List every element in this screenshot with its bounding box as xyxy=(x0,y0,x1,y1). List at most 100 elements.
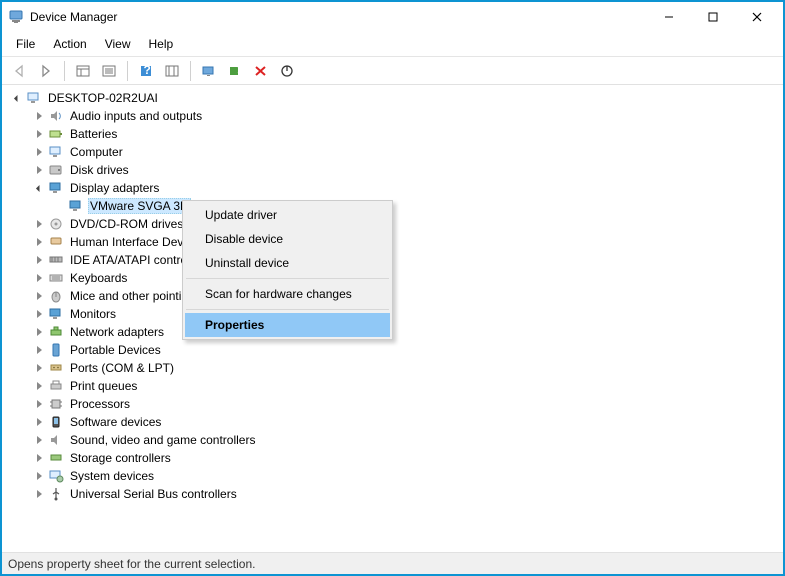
minimize-button[interactable] xyxy=(647,2,691,32)
maximize-button[interactable] xyxy=(691,2,735,32)
status-bar: Opens property sheet for the current sel… xyxy=(2,552,783,574)
computer-icon xyxy=(26,90,42,106)
toolbar: ? xyxy=(2,57,783,85)
tree-category-label: Keyboards xyxy=(68,270,129,286)
forward-button[interactable] xyxy=(34,60,58,82)
menu-help[interactable]: Help xyxy=(141,34,182,54)
chevron-right-icon[interactable] xyxy=(32,451,46,465)
toolbar-separator xyxy=(190,61,191,81)
tree-category[interactable]: Processors xyxy=(10,395,775,413)
close-button[interactable] xyxy=(735,2,779,32)
menu-file[interactable]: File xyxy=(8,34,43,54)
tree-category[interactable]: Audio inputs and outputs xyxy=(10,107,775,125)
tree-category[interactable]: System devices xyxy=(10,467,775,485)
tree-category[interactable]: Sound, video and game controllers xyxy=(10,431,775,449)
chevron-right-icon[interactable] xyxy=(32,253,46,267)
hid-icon xyxy=(48,234,64,250)
tree-category-label: Monitors xyxy=(68,306,118,322)
chevron-right-icon[interactable] xyxy=(32,487,46,501)
devmgr-icon xyxy=(8,9,24,25)
window-title: Device Manager xyxy=(30,10,647,24)
chevron-right-icon[interactable] xyxy=(32,469,46,483)
device-tree[interactable]: DESKTOP-02R2UAI Audio inputs and outputs… xyxy=(2,85,783,552)
chevron-right-icon[interactable] xyxy=(32,397,46,411)
chevron-right-icon[interactable] xyxy=(32,127,46,141)
menu-view[interactable]: View xyxy=(97,34,139,54)
audio-icon xyxy=(48,108,64,124)
tree-category-label: Ports (COM & LPT) xyxy=(68,360,176,376)
tree-category-label: System devices xyxy=(68,468,156,484)
chevron-right-icon[interactable] xyxy=(32,145,46,159)
tree-category[interactable]: Computer xyxy=(10,143,775,161)
chevron-right-icon[interactable] xyxy=(32,217,46,231)
scan-hw-button[interactable] xyxy=(197,60,221,82)
mouse-icon xyxy=(48,288,64,304)
context-menu-scan[interactable]: Scan for hardware changes xyxy=(185,282,390,306)
tree-category[interactable]: Print queues xyxy=(10,377,775,395)
tree-category-label: DVD/CD-ROM drives xyxy=(68,216,185,232)
update-driver-button[interactable] xyxy=(223,60,247,82)
context-menu-separator xyxy=(186,309,389,310)
tree-root[interactable]: DESKTOP-02R2UAI xyxy=(10,89,775,107)
chevron-down-icon[interactable] xyxy=(32,181,46,195)
tree-category-label: Software devices xyxy=(68,414,163,430)
tree-category[interactable]: Batteries xyxy=(10,125,775,143)
tree-category-label: Display adapters xyxy=(68,180,161,196)
chevron-right-icon[interactable] xyxy=(32,307,46,321)
chevron-right-icon[interactable] xyxy=(32,415,46,429)
tree-category-label: Universal Serial Bus controllers xyxy=(68,486,239,502)
context-menu-disable-device[interactable]: Disable device xyxy=(185,227,390,251)
toolbar-separator xyxy=(64,61,65,81)
context-menu-separator xyxy=(186,278,389,279)
tree-category-label: Disk drives xyxy=(68,162,131,178)
tree-category-label: Sound, video and game controllers xyxy=(68,432,257,448)
tree-category[interactable]: Ports (COM & LPT) xyxy=(10,359,775,377)
chevron-right-icon[interactable] xyxy=(32,235,46,249)
context-menu-uninstall-device[interactable]: Uninstall device xyxy=(185,251,390,275)
chevron-down-icon[interactable] xyxy=(10,91,24,105)
keyboard-icon xyxy=(48,270,64,286)
tree-category[interactable]: Disk drives xyxy=(10,161,775,179)
show-hide-console-button[interactable] xyxy=(71,60,95,82)
tree-category-label: Portable Devices xyxy=(68,342,163,358)
properties-button[interactable] xyxy=(97,60,121,82)
chevron-right-icon[interactable] xyxy=(32,271,46,285)
tree-category[interactable]: Portable Devices xyxy=(10,341,775,359)
uninstall-button[interactable] xyxy=(249,60,273,82)
computer-icon xyxy=(48,144,64,160)
tree-category-label: Network adapters xyxy=(68,324,166,340)
chevron-right-icon[interactable] xyxy=(32,379,46,393)
chevron-right-icon[interactable] xyxy=(32,289,46,303)
print-queue-icon xyxy=(48,378,64,394)
tree-category-display-adapters[interactable]: Display adapters xyxy=(10,179,775,197)
tree-category-label: Batteries xyxy=(68,126,119,142)
tree-category[interactable]: Universal Serial Bus controllers xyxy=(10,485,775,503)
chevron-right-icon[interactable] xyxy=(32,109,46,123)
menu-bar: File Action View Help xyxy=(2,32,783,57)
title-bar: Device Manager xyxy=(2,2,783,32)
context-menu-update-driver[interactable]: Update driver xyxy=(185,203,390,227)
chevron-right-icon[interactable] xyxy=(32,433,46,447)
context-menu-properties[interactable]: Properties xyxy=(185,313,390,337)
tree-category[interactable]: Software devices xyxy=(10,413,775,431)
system-device-icon xyxy=(48,468,64,484)
processor-icon xyxy=(48,396,64,412)
menu-action[interactable]: Action xyxy=(45,34,94,54)
tree-leaf-label: VMware SVGA 3D xyxy=(88,198,191,214)
back-button[interactable] xyxy=(8,60,32,82)
chevron-right-icon[interactable] xyxy=(32,163,46,177)
disable-button[interactable] xyxy=(275,60,299,82)
software-device-icon xyxy=(48,414,64,430)
display-adapter-icon xyxy=(68,198,84,214)
chevron-right-icon[interactable] xyxy=(32,343,46,357)
legacy-hw-button[interactable] xyxy=(160,60,184,82)
tree-category-label: Computer xyxy=(68,144,125,160)
status-text: Opens property sheet for the current sel… xyxy=(8,557,255,571)
battery-icon xyxy=(48,126,64,142)
display-adapter-icon xyxy=(48,180,64,196)
tree-root-label: DESKTOP-02R2UAI xyxy=(46,90,160,106)
chevron-right-icon[interactable] xyxy=(32,325,46,339)
help-button[interactable]: ? xyxy=(134,60,158,82)
tree-category[interactable]: Storage controllers xyxy=(10,449,775,467)
chevron-right-icon[interactable] xyxy=(32,361,46,375)
